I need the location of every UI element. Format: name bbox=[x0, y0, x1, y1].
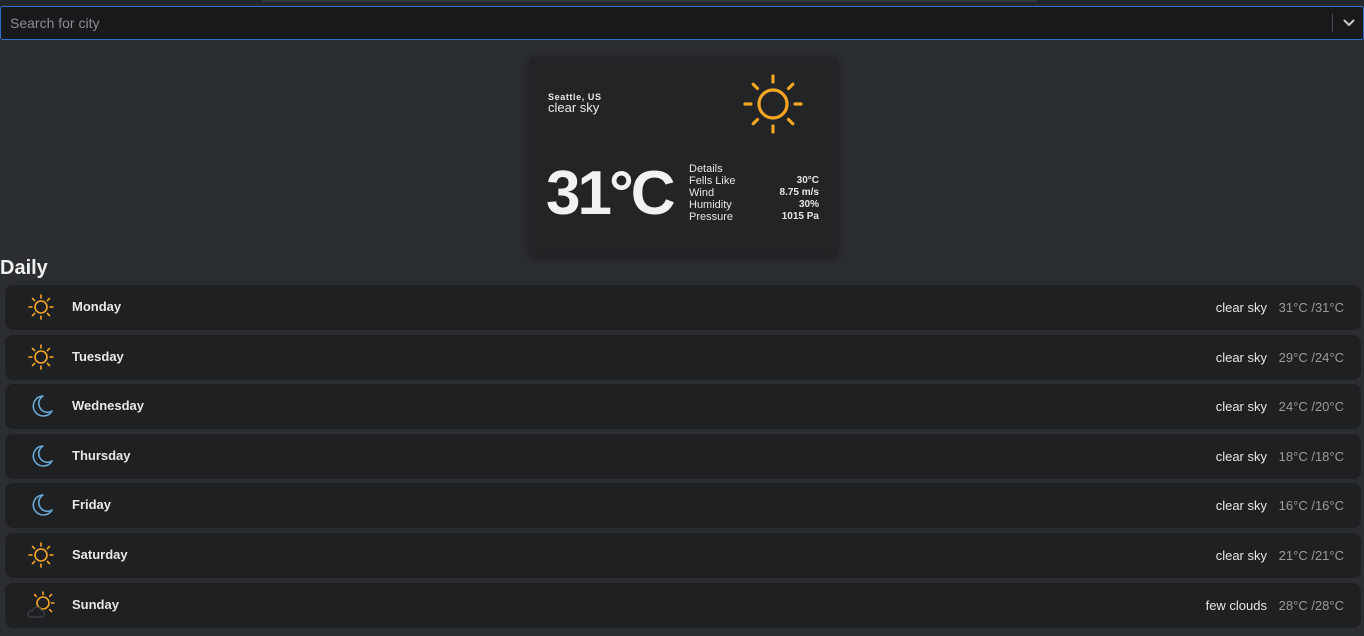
weather-description: clear sky bbox=[548, 100, 600, 115]
day-temps: 31°C /31°C bbox=[1278, 300, 1344, 315]
day-description: clear sky bbox=[1215, 498, 1267, 514]
chevron-down-icon[interactable] bbox=[1339, 15, 1359, 31]
day-name: Tuesday bbox=[72, 348, 124, 364]
day-description: clear sky bbox=[1215, 300, 1267, 315]
day-name: Wednesday bbox=[72, 398, 145, 414]
details-heading-row: Details bbox=[689, 163, 819, 175]
moon-icon bbox=[27, 392, 55, 420]
daily-row-saturday[interactable]: Saturday clear sky 21°C /21°C bbox=[5, 532, 1361, 578]
day-name: Monday bbox=[72, 299, 122, 314]
daily-row-wednesday[interactable]: Wednesday clear sky 24°C /20°C bbox=[5, 384, 1361, 430]
day-name: Friday bbox=[72, 497, 112, 513]
detail-label: Fells Like bbox=[689, 175, 736, 187]
daily-row-friday[interactable]: Friday clear sky 16°C /16°C bbox=[5, 483, 1361, 529]
day-temps: 16°C /16°C bbox=[1278, 498, 1344, 514]
sun-icon bbox=[27, 541, 55, 569]
daily-row-monday[interactable]: Monday clear sky 31°C /31°C bbox=[5, 285, 1361, 330]
top-strip-highlight bbox=[262, 0, 1037, 2]
detail-row-wind: Wind 8.75 m/s bbox=[689, 187, 819, 199]
day-name: Saturday bbox=[72, 546, 128, 562]
day-description: clear sky bbox=[1215, 349, 1267, 365]
day-temps: 28°C /28°C bbox=[1278, 597, 1344, 613]
daily-row-sunday[interactable]: Sunday few clouds 28°C /28°C bbox=[5, 582, 1361, 628]
day-name: Thursday bbox=[72, 447, 131, 463]
daily-forecast-list: Monday clear sky 31°C /31°C Tuesday clea… bbox=[5, 285, 1361, 632]
detail-label: Humidity bbox=[689, 199, 732, 211]
search-separator bbox=[1332, 14, 1333, 32]
day-temps: 29°C /24°C bbox=[1278, 349, 1344, 365]
sun-icon bbox=[27, 343, 55, 371]
detail-value: 30°C bbox=[796, 175, 819, 186]
sun-icon bbox=[27, 293, 55, 321]
day-description: few clouds bbox=[1205, 597, 1267, 613]
daily-heading: Daily bbox=[0, 257, 48, 279]
top-strip bbox=[0, 0, 1364, 5]
moon-icon bbox=[27, 491, 55, 519]
detail-value: 30% bbox=[798, 199, 819, 210]
sun-cloud-icon bbox=[27, 590, 55, 619]
day-temps: 18°C /18°C bbox=[1278, 448, 1344, 464]
sun-icon bbox=[742, 73, 804, 135]
city-search-select[interactable] bbox=[0, 6, 1364, 40]
day-description: clear sky bbox=[1215, 399, 1267, 415]
details-panel: Details Fells Like 30°C Wind 8.75 m/s Hu… bbox=[689, 163, 819, 223]
detail-row-feels-like: Fells Like 30°C bbox=[689, 175, 819, 187]
details-heading: Details bbox=[689, 163, 723, 175]
moon-icon bbox=[27, 442, 55, 470]
detail-value: 1015 Pa bbox=[781, 211, 819, 222]
day-name: Sunday bbox=[72, 596, 119, 612]
detail-value: 8.75 m/s bbox=[779, 187, 819, 198]
day-description: clear sky bbox=[1215, 448, 1267, 464]
current-weather-card: Seattle, US clear sky 31°C Details Fells… bbox=[530, 57, 837, 255]
daily-row-tuesday[interactable]: Tuesday clear sky 29°C /24°C bbox=[5, 334, 1361, 380]
detail-row-pressure: Pressure 1015 Pa bbox=[689, 211, 819, 223]
detail-label: Wind bbox=[689, 187, 715, 199]
day-description: clear sky bbox=[1215, 547, 1267, 563]
day-temps: 24°C /20°C bbox=[1278, 399, 1344, 415]
current-temperature: 31°C bbox=[546, 159, 676, 228]
detail-row-humidity: Humidity 30% bbox=[689, 199, 819, 211]
day-temps: 21°C /21°C bbox=[1278, 547, 1344, 563]
daily-row-thursday[interactable]: Thursday clear sky 18°C /18°C bbox=[5, 433, 1361, 479]
search-input[interactable] bbox=[1, 7, 1321, 39]
detail-label: Pressure bbox=[689, 211, 734, 223]
